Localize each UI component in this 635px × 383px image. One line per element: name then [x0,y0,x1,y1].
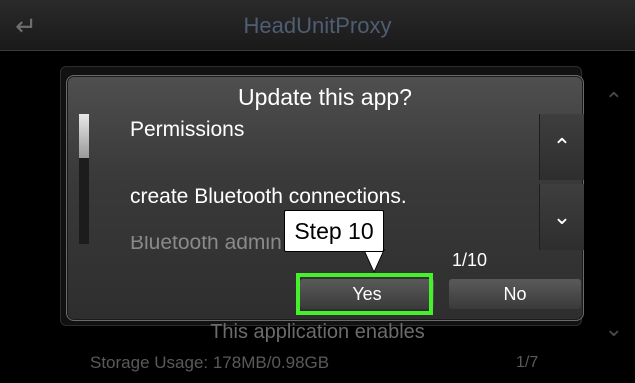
app-header: ↵ HeadUnitProxy [0,0,635,51]
dialog-page-counter: 1/10 [452,250,488,270]
no-button[interactable]: No [449,279,581,309]
storage-usage: Storage Usage: 178MB/0.98GB [90,353,330,372]
chevron-up-icon[interactable]: ⌃ [605,88,623,114]
step-callout: Step 10 [284,210,384,252]
chevron-up-icon: ⌃ [552,134,572,159]
page-indicator: 1/7 [516,354,539,371]
scrollbar-thumb[interactable] [79,114,89,158]
scroll-down-button[interactable]: ⌄ [539,184,584,250]
scroll-up-button[interactable]: ⌃ [539,114,584,180]
callout-tail [364,249,384,271]
yes-button-highlight [296,273,433,315]
dialog-title: Update this app? [238,84,412,110]
chevron-down-icon: ⌄ [552,204,572,229]
permission-item: create Bluetooth connections. [130,185,407,208]
app-description: This application enables [210,321,425,343]
head-unit-screen: ↵ HeadUnitProxy ⌃ ⌄ This application ena… [0,0,635,383]
permissions-heading: Permissions [130,118,245,141]
app-title: HeadUnitProxy [243,13,392,38]
